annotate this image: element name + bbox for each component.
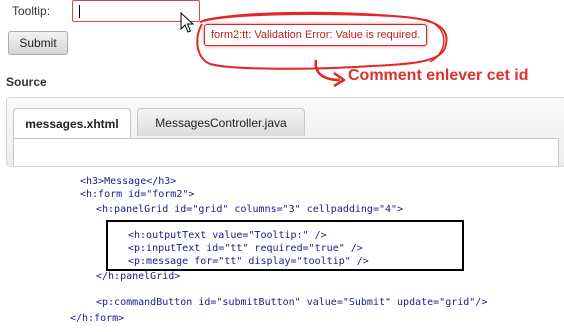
code-line: <h:panelGrid id="grid" columns="3" cellp… — [96, 204, 404, 215]
code-line: <p:commandButton id="submitButton" value… — [96, 297, 488, 308]
tooltip-label: Tooltip: — [12, 4, 51, 18]
code-line: </h:panelGrid> — [96, 271, 181, 282]
validation-error-tooltip: form2:tt: Validation Error: Value is req… — [204, 24, 428, 46]
submit-button[interactable]: Submit — [8, 31, 68, 55]
tab-content-area — [13, 138, 559, 166]
code-line: </h:form> — [70, 313, 125, 324]
source-heading: Source — [6, 75, 47, 89]
code-line: <h:form id="form2"> — [80, 189, 195, 200]
tab-messages-controller-java[interactable]: MessagesController.java — [137, 108, 305, 136]
annotation-text: Comment enlever cet id — [348, 67, 529, 84]
text-caret — [79, 5, 80, 18]
tab-messages-xhtml[interactable]: messages.xhtml — [13, 108, 131, 139]
code-highlight-box — [106, 220, 464, 271]
source-tabs-panel: messages.xhtml MessagesController.java — [6, 97, 564, 167]
